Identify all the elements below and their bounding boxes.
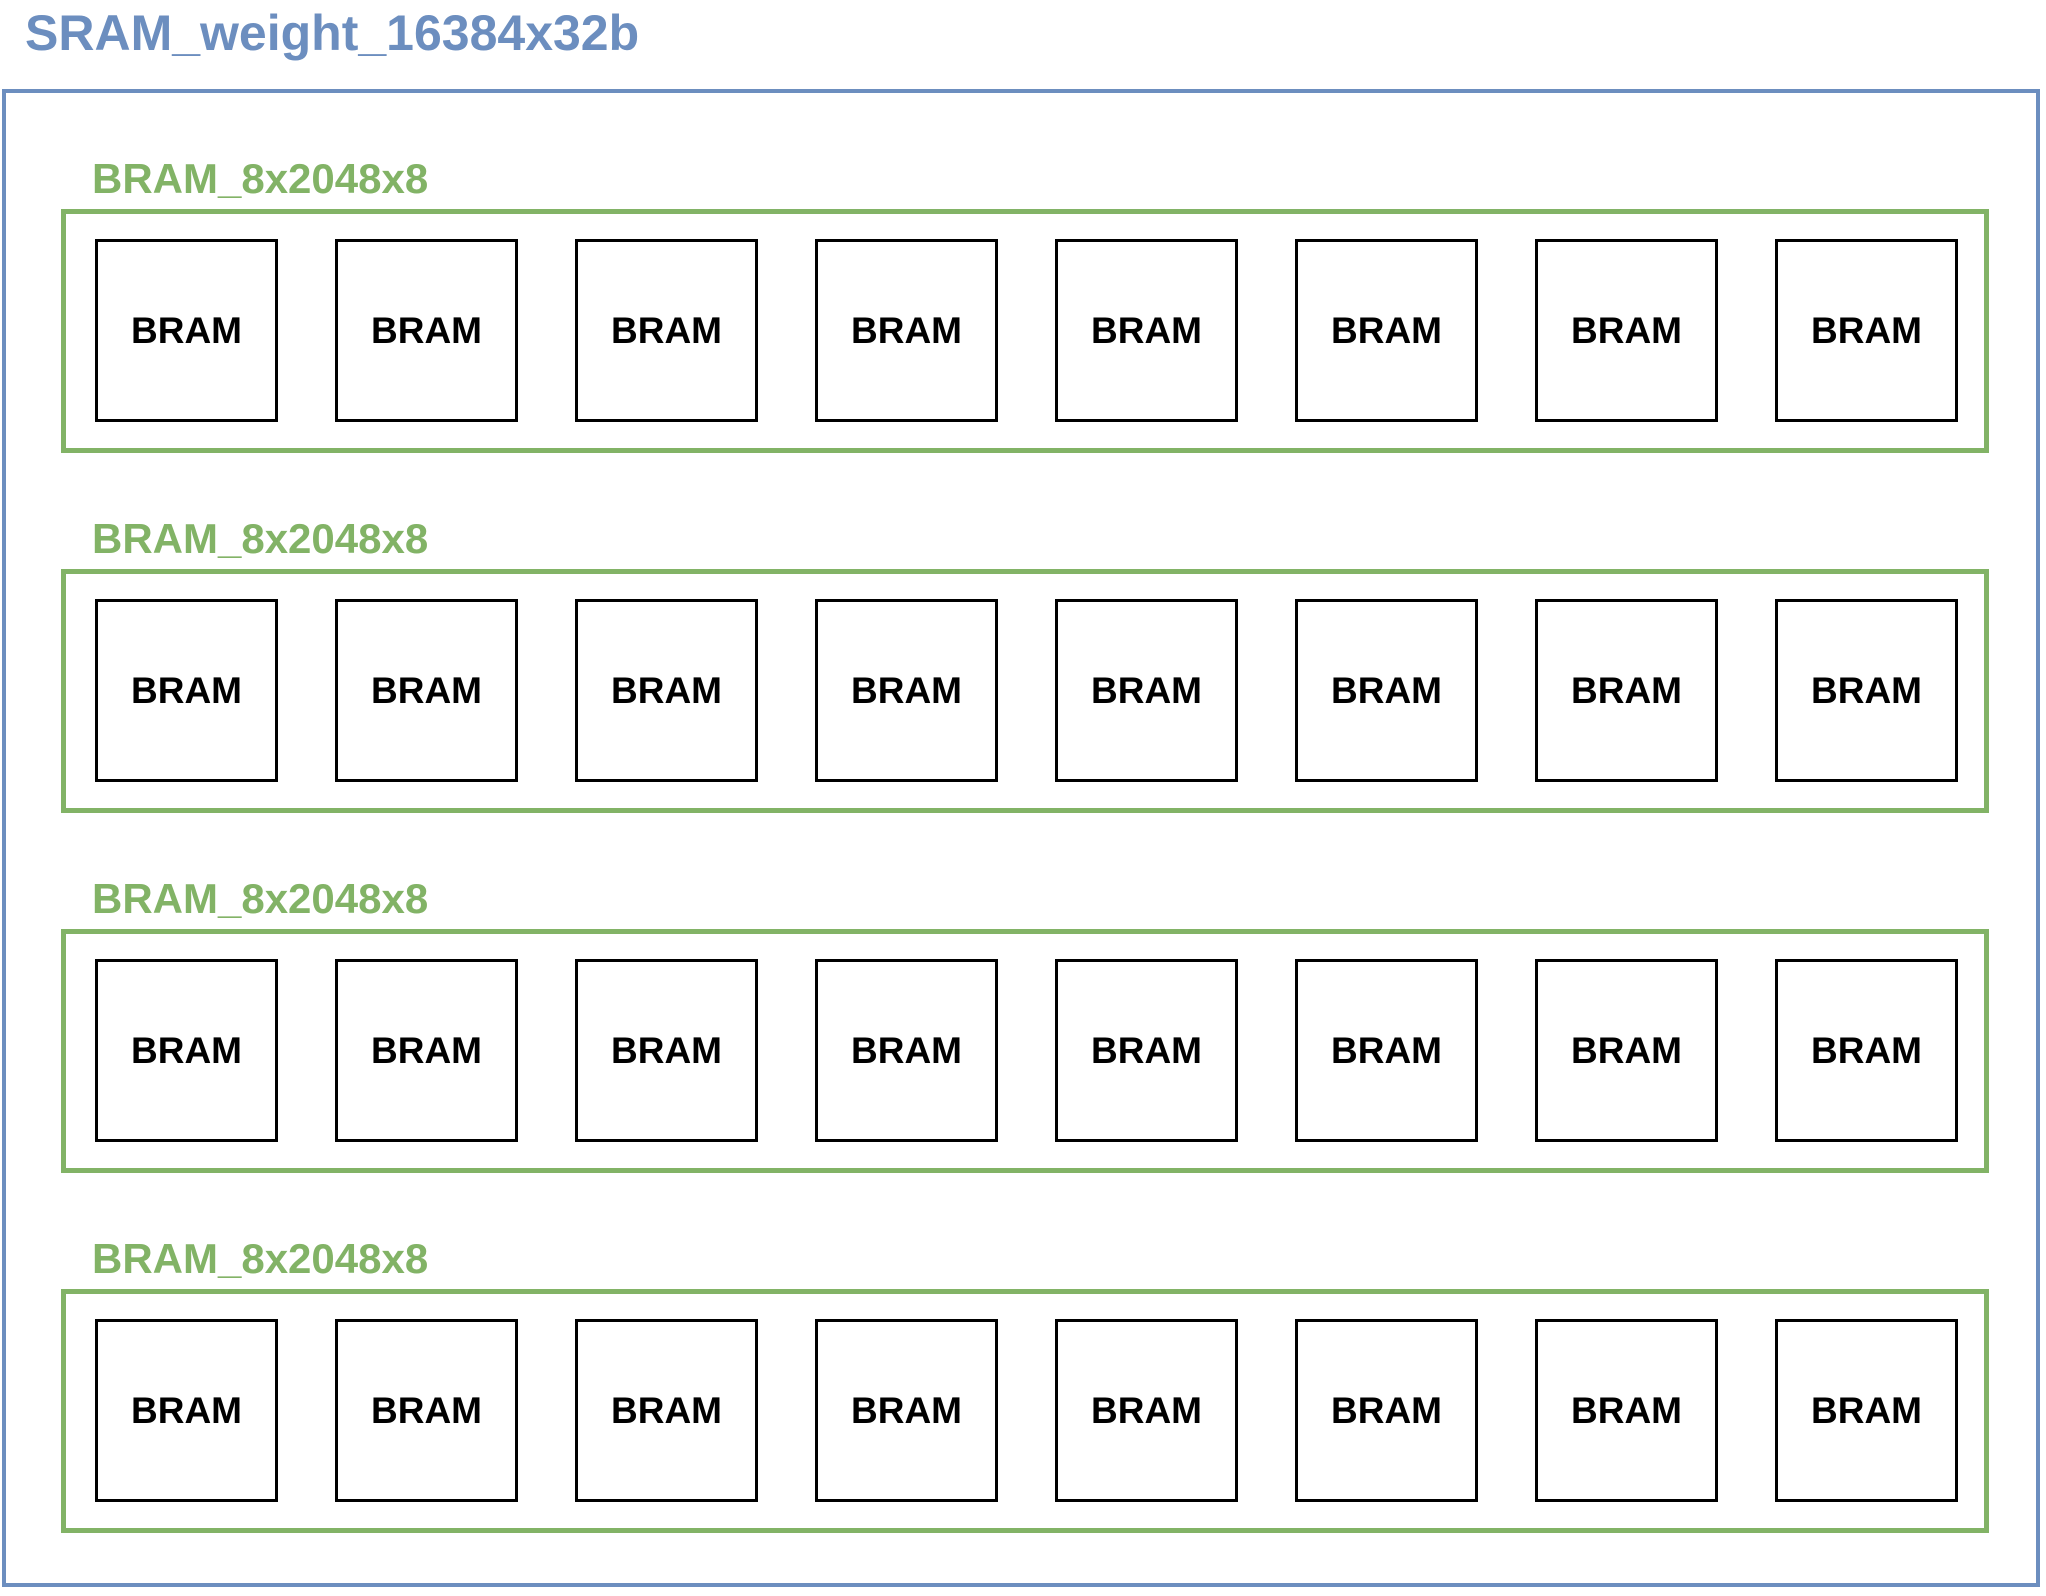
bram-block: BRAM: [1055, 959, 1238, 1142]
bram-block: BRAM: [1775, 239, 1958, 422]
bram-block: BRAM: [1775, 959, 1958, 1142]
bram-group-4: BRAM BRAM BRAM BRAM BRAM BRAM BRAM BRAM: [61, 1289, 1989, 1533]
bram-block: BRAM: [335, 959, 518, 1142]
group-label-1: BRAM_8x2048x8: [92, 155, 429, 202]
bram-block: BRAM: [95, 1319, 278, 1502]
group-label-2: BRAM_8x2048x8: [92, 515, 429, 562]
bram-block: BRAM: [575, 239, 758, 422]
bram-block: BRAM: [1055, 239, 1238, 422]
bram-block: BRAM: [1295, 599, 1478, 782]
bram-block: BRAM: [1295, 959, 1478, 1142]
bram-block: BRAM: [575, 599, 758, 782]
bram-block: BRAM: [575, 1319, 758, 1502]
bram-block: BRAM: [815, 1319, 998, 1502]
bram-block: BRAM: [1055, 1319, 1238, 1502]
bram-block: BRAM: [95, 599, 278, 782]
bram-block: BRAM: [575, 959, 758, 1142]
bram-block: BRAM: [1775, 599, 1958, 782]
bram-block: BRAM: [335, 1319, 518, 1502]
bram-block: BRAM: [1295, 239, 1478, 422]
bram-block: BRAM: [95, 239, 278, 422]
bram-block: BRAM: [335, 239, 518, 422]
bram-block: BRAM: [95, 959, 278, 1142]
bram-group-2: BRAM BRAM BRAM BRAM BRAM BRAM BRAM BRAM: [61, 569, 1989, 813]
bram-block: BRAM: [1535, 239, 1718, 422]
bram-block: BRAM: [1535, 1319, 1718, 1502]
bram-block: BRAM: [815, 959, 998, 1142]
bram-block: BRAM: [815, 239, 998, 422]
bram-group-3: BRAM BRAM BRAM BRAM BRAM BRAM BRAM BRAM: [61, 929, 1989, 1173]
bram-block: BRAM: [1295, 1319, 1478, 1502]
bram-block: BRAM: [1535, 599, 1718, 782]
bram-block: BRAM: [1775, 1319, 1958, 1502]
bram-block: BRAM: [1535, 959, 1718, 1142]
bram-block: BRAM: [335, 599, 518, 782]
group-label-4: BRAM_8x2048x8: [92, 1235, 429, 1282]
bram-group-1: BRAM BRAM BRAM BRAM BRAM BRAM BRAM BRAM: [61, 209, 1989, 453]
bram-block: BRAM: [1055, 599, 1238, 782]
diagram-title: SRAM_weight_16384x32b: [25, 5, 640, 61]
group-label-3: BRAM_8x2048x8: [92, 875, 429, 922]
bram-block: BRAM: [815, 599, 998, 782]
